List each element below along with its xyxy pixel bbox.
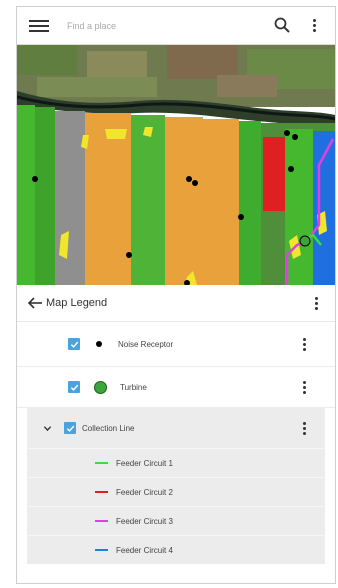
feeder-label: Feeder Circuit 1 — [116, 458, 173, 468]
turbine-label: Turbine — [120, 382, 147, 392]
legend-header: Map Legend — [17, 285, 335, 322]
search-input[interactable] — [65, 19, 249, 32]
feeder-line-swatch — [95, 462, 108, 464]
feeder-circuit-3: Feeder Circuit 3 — [27, 506, 325, 535]
feeder-circuit-4: Feeder Circuit 4 — [27, 535, 325, 564]
noise-receptor-icon — [96, 341, 102, 347]
collection-line-group: Collection Line Feeder Circuit 1 Feeder … — [27, 408, 325, 564]
legend-title: Map Legend — [46, 297, 108, 309]
collection-line-checkbox[interactable] — [64, 422, 76, 434]
legend-menu-icon[interactable] — [311, 295, 321, 311]
turbine-menu-icon[interactable] — [299, 379, 309, 395]
feeder-line-swatch — [95, 520, 108, 522]
map-legend-panel: Map Legend Noise Receptor Turbine Collec… — [17, 285, 335, 583]
feeder-label: Feeder Circuit 2 — [116, 487, 173, 497]
noise-receptor-checkbox[interactable] — [68, 338, 80, 350]
map-view[interactable] — [17, 45, 335, 285]
feeder-label: Feeder Circuit 3 — [116, 516, 173, 526]
feeder-circuit-1: Feeder Circuit 1 — [27, 448, 325, 477]
noise-receptor-menu-icon[interactable] — [299, 336, 309, 352]
chevron-down-icon[interactable] — [43, 424, 52, 433]
legend-item-turbine: Turbine — [17, 367, 335, 408]
hamburger-menu-icon[interactable] — [29, 17, 49, 35]
legend-item-noise-receptor: Noise Receptor — [17, 322, 335, 367]
turbine-icon — [94, 380, 107, 394]
feeder-line-swatch — [95, 549, 108, 551]
app-frame: Map Legend Noise Receptor Turbine — [16, 6, 336, 584]
feeder-circuit-2: Feeder Circuit 2 — [27, 477, 325, 506]
legend-item-collection-line: Collection Line — [27, 408, 325, 448]
search-icon[interactable] — [273, 16, 291, 34]
feeder-label: Feeder Circuit 4 — [116, 545, 173, 555]
search-bar — [17, 7, 335, 45]
collection-line-menu-icon[interactable] — [299, 420, 309, 436]
overflow-menu-icon[interactable] — [309, 16, 319, 34]
back-arrow-icon[interactable] — [27, 296, 43, 310]
turbine-checkbox[interactable] — [68, 381, 80, 393]
noise-receptor-label: Noise Receptor — [118, 339, 174, 349]
collection-line-label: Collection Line — [82, 423, 135, 433]
feeder-line-swatch — [95, 491, 108, 493]
